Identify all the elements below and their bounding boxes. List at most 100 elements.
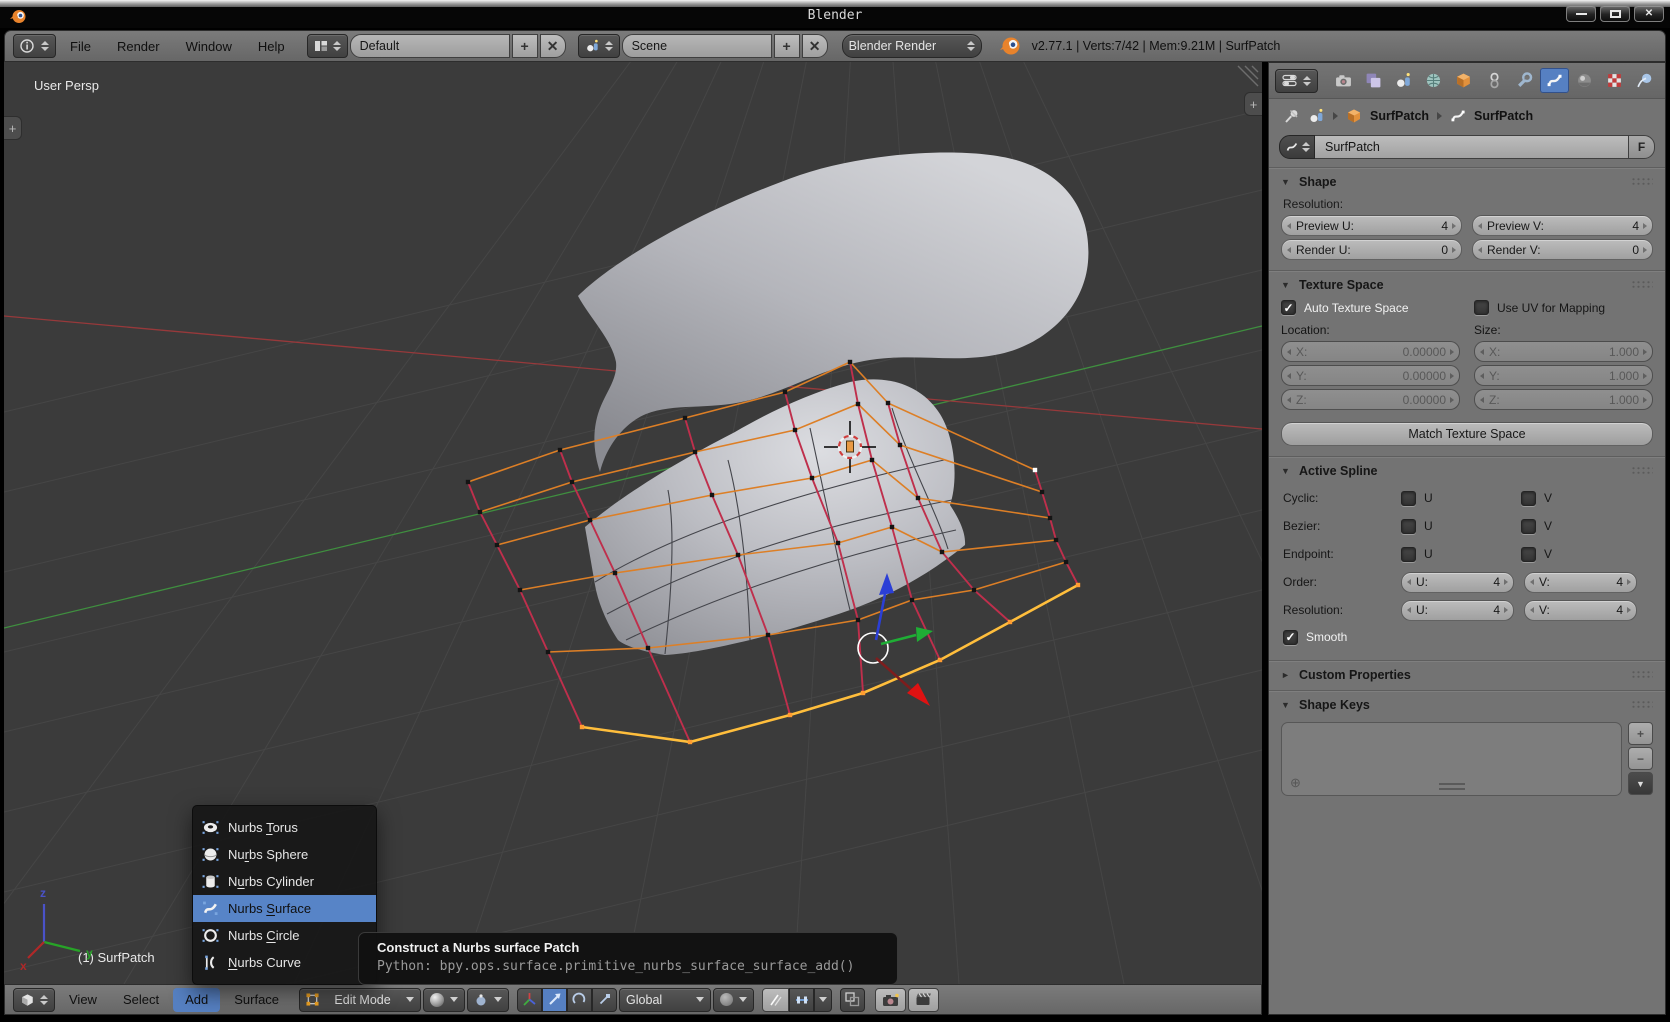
scene-browse-button[interactable]	[578, 34, 620, 58]
datablock-name-field[interactable]: SurfPatch	[1315, 135, 1628, 159]
minimize-button[interactable]	[1566, 5, 1596, 22]
scene-name-field[interactable]: Scene	[622, 34, 772, 58]
increment-icon[interactable]	[1450, 373, 1454, 379]
tab-modifiers[interactable]	[1510, 68, 1538, 93]
field-resolution-v[interactable]: V:4	[1524, 600, 1637, 621]
field-order-v[interactable]: V:4	[1524, 572, 1637, 593]
field-preview-v[interactable]: Preview V:4	[1472, 215, 1653, 236]
menu-item-nurbs-cylinder[interactable]: Nurbs Cylinder	[193, 868, 376, 895]
curve-data-icon[interactable]	[1450, 108, 1466, 124]
panel-expand-icon[interactable]: ▼	[1281, 177, 1291, 187]
scene-icon[interactable]	[1308, 108, 1325, 124]
menu-item-nurbs-surface[interactable]: Nurbs Surface	[193, 895, 376, 922]
cyclic-v-checkbox[interactable]	[1521, 491, 1536, 506]
rotate-manipulator-button[interactable]	[567, 988, 592, 1012]
increment-icon[interactable]	[1627, 607, 1631, 613]
increment-icon[interactable]	[1643, 397, 1647, 403]
manipulator-toggle-button[interactable]	[517, 988, 542, 1012]
add-scene-button[interactable]: +	[774, 34, 800, 58]
pin-icon[interactable]	[1283, 108, 1300, 124]
snap-toggle-button[interactable]	[762, 988, 789, 1012]
cyclic-u-checkbox[interactable]	[1401, 491, 1416, 506]
breadcrumb-object-name[interactable]: SurfPatch	[1370, 109, 1429, 123]
tab-object[interactable]	[1450, 68, 1478, 93]
datablock-browse-button[interactable]	[1279, 135, 1315, 159]
scale-manipulator-button[interactable]	[592, 988, 617, 1012]
snap-element-button[interactable]	[789, 988, 814, 1012]
add-shape-key-button[interactable]: +	[1628, 722, 1653, 745]
panel-drag-grip-icon[interactable]	[1631, 466, 1653, 475]
increment-icon[interactable]	[1504, 607, 1508, 613]
editor-type-selector[interactable]	[13, 34, 56, 58]
increment-icon[interactable]	[1643, 223, 1647, 229]
close-button[interactable]: ✕	[1634, 5, 1664, 22]
field-resolution-u[interactable]: U:4	[1401, 600, 1514, 621]
panel-collapsed-icon[interactable]: ►	[1281, 670, 1291, 680]
field-order-u[interactable]: U:4	[1401, 572, 1514, 593]
breadcrumb-data-name[interactable]: SurfPatch	[1474, 109, 1533, 123]
layout-browse-button[interactable]	[307, 34, 348, 58]
field-render-v[interactable]: Render V:0	[1472, 239, 1653, 260]
panel-expand-icon[interactable]: ▼	[1281, 280, 1291, 290]
opengl-render-button[interactable]	[875, 988, 906, 1012]
shape-keys-panel-header[interactable]: ▼ Shape Keys	[1269, 691, 1665, 718]
panel-drag-grip-icon[interactable]	[1631, 670, 1653, 679]
proportional-edit-selector[interactable]	[713, 988, 754, 1012]
shape-key-specials-button[interactable]: ▼	[1628, 772, 1653, 795]
menu-surface[interactable]: Surface	[222, 985, 291, 1014]
increment-icon[interactable]	[1627, 579, 1631, 585]
menu-item-nurbs-curve[interactable]: Nurbs Curve	[193, 949, 376, 976]
pivot-point-selector[interactable]	[467, 988, 509, 1012]
translate-manipulator-button[interactable]	[542, 988, 567, 1012]
field-size-y[interactable]: Y:1.000	[1474, 365, 1653, 386]
tab-world[interactable]	[1420, 68, 1448, 93]
field-location-z[interactable]: Z:0.00000	[1281, 389, 1460, 410]
increment-icon[interactable]	[1450, 349, 1454, 355]
increment-icon[interactable]	[1504, 579, 1508, 585]
increment-icon[interactable]	[1643, 247, 1647, 253]
field-size-z[interactable]: Z:1.000	[1474, 389, 1653, 410]
bezier-u-checkbox[interactable]	[1401, 519, 1416, 534]
fake-user-button[interactable]: F	[1628, 135, 1655, 159]
list-resize-grip-icon[interactable]	[1439, 783, 1465, 790]
tab-render[interactable]	[1329, 68, 1357, 93]
render-engine-selector[interactable]: Blender Render	[842, 34, 982, 58]
smooth-checkbox[interactable]: ✓	[1283, 630, 1298, 645]
add-layout-button[interactable]: +	[512, 34, 538, 58]
menu-select[interactable]: Select	[111, 985, 171, 1014]
tab-scene[interactable]	[1389, 68, 1417, 93]
circle-plus-icon[interactable]: ⊕	[1290, 775, 1301, 791]
blender-splash-icon[interactable]	[998, 35, 1022, 57]
menu-item-nurbs-sphere[interactable]: Nurbs Sphere	[193, 841, 376, 868]
shape-panel-header[interactable]: ▼ Shape	[1269, 168, 1665, 195]
panel-expand-icon[interactable]: ▼	[1281, 466, 1291, 476]
panel-drag-grip-icon[interactable]	[1631, 700, 1653, 709]
delete-layout-button[interactable]: ✕	[540, 34, 566, 58]
tab-physics[interactable]	[1631, 68, 1659, 93]
tab-object-data[interactable]	[1540, 68, 1568, 93]
field-preview-u[interactable]: Preview U:4	[1281, 215, 1462, 236]
endpoint-u-checkbox[interactable]	[1401, 547, 1416, 562]
viewport-editor-type-selector[interactable]	[13, 988, 55, 1012]
properties-editor-type-selector[interactable]	[1275, 69, 1318, 93]
viewport-shading-selector[interactable]	[423, 988, 465, 1012]
auto-texture-space-checkbox[interactable]: ✓	[1281, 300, 1296, 315]
increment-icon[interactable]	[1452, 247, 1456, 253]
transform-orientation-selector[interactable]: Global	[619, 988, 711, 1012]
increment-icon[interactable]	[1643, 373, 1647, 379]
tab-texture[interactable]	[1601, 68, 1629, 93]
field-location-y[interactable]: Y:0.00000	[1281, 365, 1460, 386]
snap-menu-button[interactable]	[814, 988, 832, 1012]
field-location-x[interactable]: X:0.00000	[1281, 341, 1460, 362]
render-border-button[interactable]	[840, 988, 865, 1012]
object-cube-icon[interactable]	[1346, 108, 1362, 124]
shape-keys-list[interactable]: ⊕	[1281, 722, 1622, 796]
custom-properties-panel-header[interactable]: ► Custom Properties	[1269, 661, 1665, 688]
panel-expand-icon[interactable]: ▼	[1281, 700, 1291, 710]
delete-scene-button[interactable]: ✕	[802, 34, 828, 58]
increment-icon[interactable]	[1643, 349, 1647, 355]
tab-material[interactable]	[1571, 68, 1599, 93]
endpoint-v-checkbox[interactable]	[1521, 547, 1536, 562]
menu-file[interactable]: File	[58, 31, 103, 61]
layout-name-field[interactable]: Default	[350, 34, 510, 58]
